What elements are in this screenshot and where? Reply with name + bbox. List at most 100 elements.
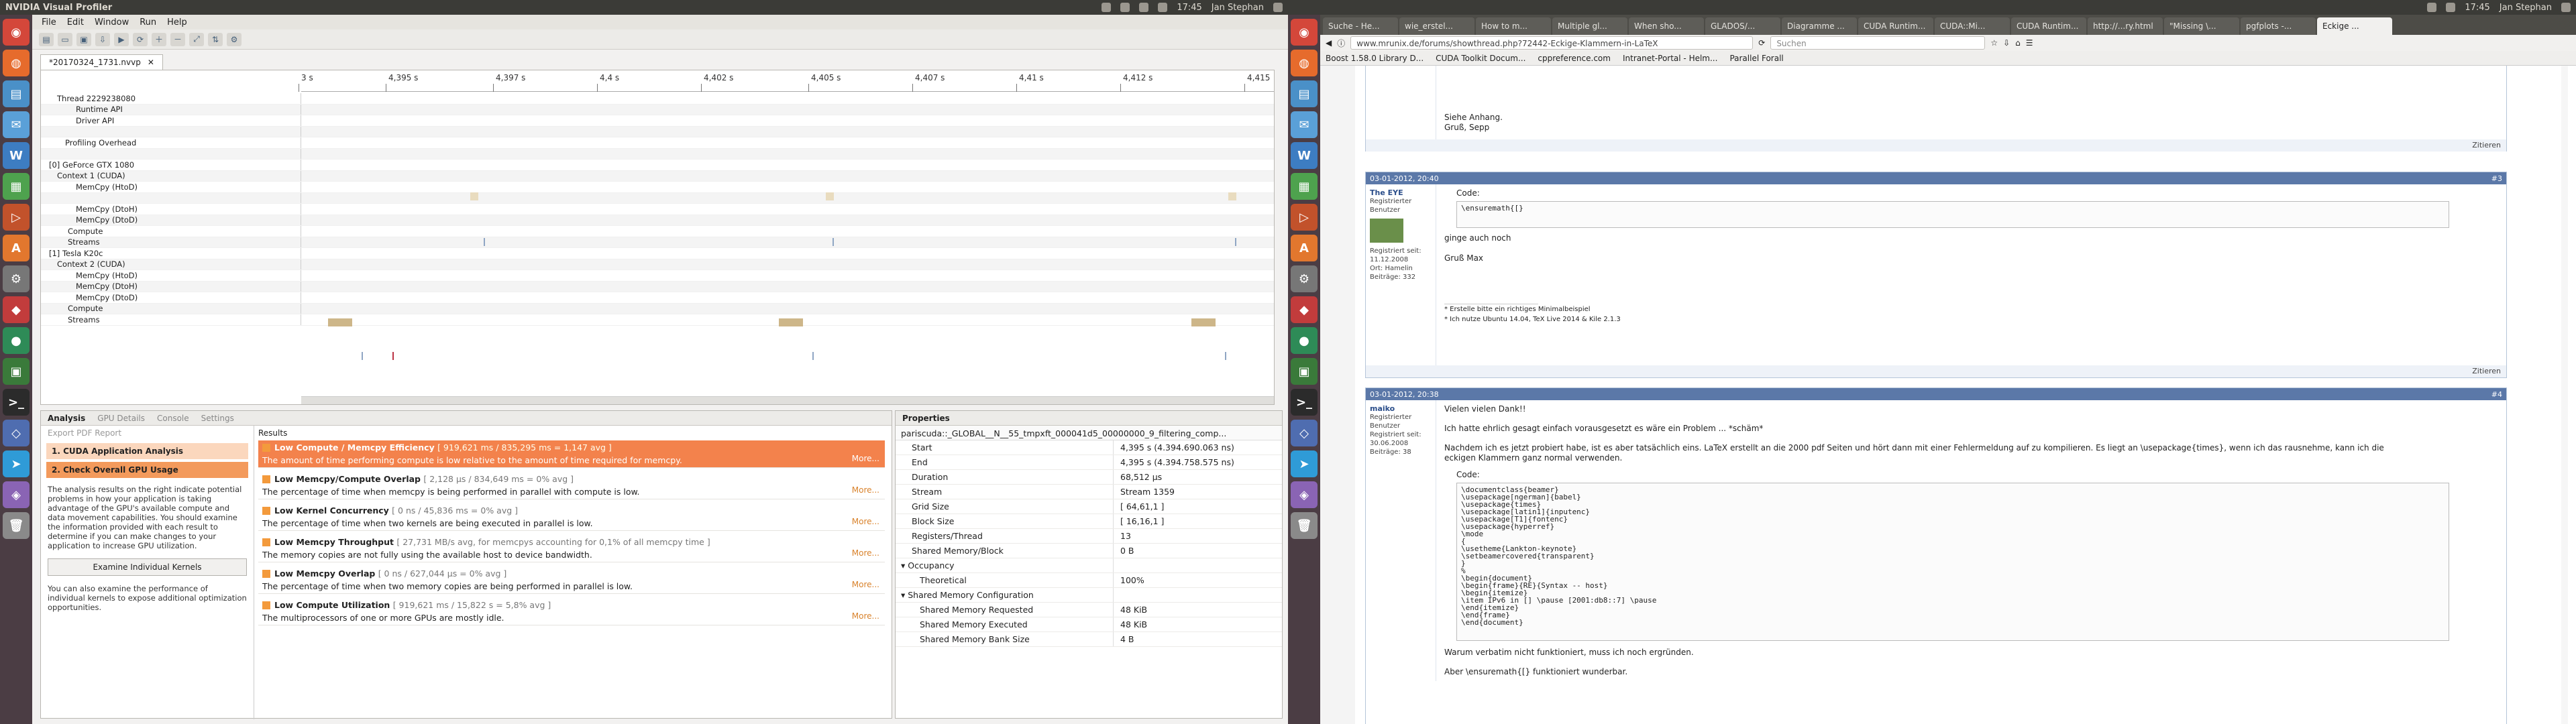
result-item[interactable]: Low Compute / Memcpy Efficiency [ 919,62… <box>258 440 885 468</box>
more-link[interactable]: More... <box>852 548 879 558</box>
trash-icon[interactable]: 🗑 <box>1291 512 1318 539</box>
back-icon[interactable]: ◀ <box>1326 38 1332 48</box>
settings-icon[interactable]: ⚙ <box>1291 265 1318 292</box>
bookmark-item[interactable]: Boost 1.58.0 Library D... <box>1326 54 1424 63</box>
export-pdf-button[interactable]: Export PDF Report <box>41 426 254 440</box>
property-row[interactable]: Shared Memory/Block 0 B <box>896 544 1282 558</box>
app2-icon[interactable]: ◈ <box>3 481 30 508</box>
app-icon[interactable]: ◆ <box>3 296 30 323</box>
expand-icon[interactable]: ▾ <box>901 560 908 570</box>
home-icon[interactable]: ⌂ <box>2015 38 2021 48</box>
software-center-icon[interactable]: A <box>3 235 30 261</box>
post-number[interactable]: #4 <box>2491 390 2502 399</box>
memcpy-bar[interactable] <box>779 318 803 326</box>
terminal-icon[interactable]: >_ <box>1291 389 1318 416</box>
tab-properties[interactable]: Properties <box>902 414 950 423</box>
more-link[interactable]: More... <box>852 580 879 589</box>
run-icon[interactable]: ▶ <box>114 32 129 46</box>
ide-icon[interactable]: ◇ <box>3 420 30 446</box>
software-center-icon[interactable]: A <box>1291 235 1318 261</box>
result-item[interactable]: Low Memcpy Throughput [ 27,731 MB/s avg,… <box>258 535 885 562</box>
tab-gpu-details[interactable]: GPU Details <box>97 414 145 423</box>
firefox-icon[interactable]: ◍ <box>3 50 30 76</box>
kernel-bar-selected[interactable] <box>392 352 394 360</box>
terminal-icon[interactable]: >_ <box>3 389 30 416</box>
timeline-row[interactable]: MemCpy (DtoD) <box>41 215 1274 226</box>
nvidia-icon[interactable]: ● <box>1291 327 1318 354</box>
open-icon[interactable]: ▭ <box>58 32 72 46</box>
bookmark-item[interactable]: CUDA Toolkit Docum... <box>1436 54 1525 63</box>
writer-icon[interactable]: W <box>1291 142 1318 169</box>
timeline-row[interactable]: MemCpy (DtoD) <box>41 292 1274 304</box>
settings-icon[interactable]: ⚙ <box>3 265 30 292</box>
timeline-row[interactable]: Context 2 (CUDA) <box>41 259 1274 270</box>
menu-help[interactable]: Help <box>167 17 187 27</box>
property-row[interactable]: End 4,395 s (4.394.758.575 ns) <box>896 455 1282 470</box>
trash-icon[interactable]: 🗑 <box>3 512 30 539</box>
timeline-view[interactable]: 3 s 4,395 s 4,397 s 4,4 s 4,402 s 4,405 … <box>40 70 1275 405</box>
tab-analysis[interactable]: Analysis <box>48 414 85 423</box>
timeline-row[interactable]: Streams <box>41 314 1274 326</box>
menu-edit[interactable]: Edit <box>67 17 84 27</box>
filter-icon[interactable]: ⇅ <box>208 32 223 46</box>
result-item[interactable]: Low Kernel Concurrency [ 0 ns / 45,836 m… <box>258 503 885 531</box>
telegram-icon[interactable]: ➤ <box>1291 450 1318 477</box>
examine-kernels-button[interactable]: Examine Individual Kernels <box>48 558 247 576</box>
tab-console[interactable]: Console <box>157 414 189 423</box>
memcpy-bar[interactable] <box>1191 318 1216 326</box>
browser-tab[interactable]: CUDA Runtim... <box>2011 17 2086 35</box>
step-cuda-analysis[interactable]: 1. CUDA Application Analysis <box>46 443 248 459</box>
timeline-row[interactable]: Streams <box>41 237 1274 248</box>
property-group-smc[interactable]: ▾ Shared Memory Configuration <box>896 588 1282 603</box>
user-name[interactable]: Jan Stephan <box>2500 3 2552 13</box>
timeline-row[interactable]: Context 1 (CUDA) <box>41 170 1274 182</box>
property-row[interactable]: Stream Stream 1359 <box>896 485 1282 499</box>
volume-icon[interactable] <box>1158 3 1168 12</box>
menu-icon[interactable]: ☰ <box>2026 38 2033 48</box>
kernel-bar[interactable] <box>1235 238 1236 246</box>
volume-icon[interactable] <box>2446 3 2456 12</box>
timeline-row[interactable]: [0] GeForce GTX 1080 <box>41 160 1274 171</box>
zoom-fit-icon[interactable]: ⤢ <box>189 32 204 46</box>
writer-icon[interactable]: W <box>3 142 30 169</box>
bookmark-item[interactable]: Parallel Forall <box>1729 54 1783 63</box>
result-item[interactable]: Low Compute Utilization [ 919,621 ms / 1… <box>258 598 885 625</box>
browser-tab[interactable]: Multiple gl... <box>1552 17 1627 35</box>
browser-tab[interactable]: How to m... <box>1476 17 1551 35</box>
network-icon[interactable] <box>1120 3 1130 12</box>
memcpy-bar[interactable] <box>826 192 834 200</box>
timeline-row[interactable]: Profiling Overhead <box>41 137 1274 149</box>
ubuntu-icon[interactable]: ◉ <box>1291 19 1318 46</box>
property-row[interactable]: Theoretical 100% <box>896 573 1282 588</box>
browser-tab[interactable]: wie_erstel... <box>1399 17 1474 35</box>
result-item[interactable]: Low Memcpy Overlap [ 0 ns / 627,044 µs =… <box>258 566 885 594</box>
telegram-icon[interactable]: ➤ <box>3 450 30 477</box>
info-icon[interactable]: ⓘ <box>1337 38 1345 49</box>
timeline-row[interactable]: MemCpy (DtoH) <box>41 281 1274 292</box>
import-icon[interactable]: ⇩ <box>95 32 110 46</box>
author-name[interactable]: maiko <box>1370 404 1432 413</box>
kernel-bar[interactable] <box>484 238 485 246</box>
browser-tab[interactable]: Diagramme ... <box>1782 17 1857 35</box>
kernel-bar[interactable] <box>812 352 814 360</box>
new-session-icon[interactable]: ▤ <box>39 32 54 46</box>
timeline-row[interactable]: Thread 2229238080 <box>41 93 1274 105</box>
search-input[interactable]: Suchen <box>1770 36 1986 50</box>
memcpy-bar[interactable] <box>470 192 478 200</box>
browser-tab[interactable]: When sho... <box>1629 17 1704 35</box>
expand-icon[interactable]: ▾ <box>901 590 908 600</box>
refresh-icon[interactable]: ⟳ <box>133 32 148 46</box>
timeline-row[interactable]: MemCpy (HtoD) <box>41 182 1274 193</box>
keyboard-icon[interactable] <box>1139 3 1149 12</box>
impress-icon[interactable]: ▷ <box>1291 204 1318 231</box>
nvvp-icon[interactable]: ▣ <box>3 358 30 385</box>
browser-tab-active[interactable]: Eckige ... <box>2317 17 2392 35</box>
bookmark-item[interactable]: cppreference.com <box>1538 54 1611 63</box>
nvidia-icon[interactable]: ● <box>3 327 30 354</box>
menu-file[interactable]: File <box>42 17 56 27</box>
kernel-bar[interactable] <box>833 238 834 246</box>
browser-tab[interactable]: pgfplots -... <box>2241 17 2316 35</box>
files-icon[interactable]: ▤ <box>3 80 30 107</box>
menu-window[interactable]: Window <box>95 17 129 27</box>
browser-tab[interactable]: GLADOS/... <box>1705 17 1780 35</box>
